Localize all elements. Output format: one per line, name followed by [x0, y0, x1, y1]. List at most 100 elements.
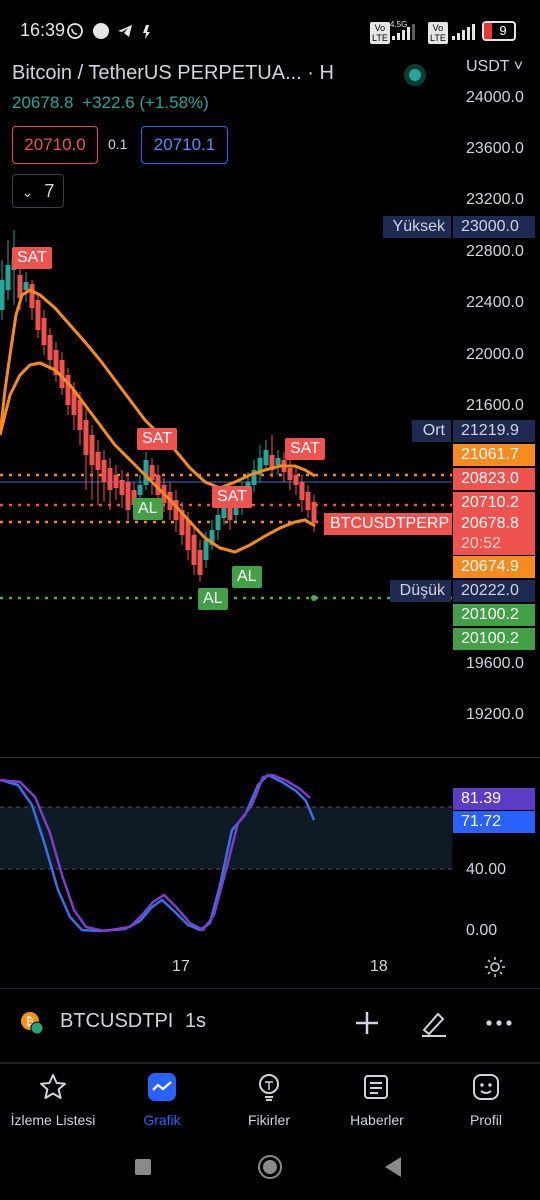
- home-button-inner: [263, 1160, 277, 1174]
- nav-label: Fikirler: [248, 1112, 290, 1128]
- low-label: Düşük: [390, 580, 451, 602]
- candle-body: [293, 475, 299, 485]
- candle-body: [119, 480, 125, 495]
- candle-body: [47, 335, 53, 360]
- nav-label: Grafik: [143, 1112, 181, 1128]
- interval-selector[interactable]: 1s: [185, 1010, 206, 1032]
- buy-signal: AL: [133, 498, 163, 520]
- chart-settings-icon[interactable]: [484, 956, 506, 978]
- volte-icon-2: Vo LTE: [428, 22, 448, 44]
- candle-body: [77, 400, 83, 430]
- nav-watchlist[interactable]: İzleme Listesi: [3, 1072, 103, 1136]
- bitcoin-icon: ₿: [20, 1011, 44, 1035]
- candle-body: [41, 318, 47, 345]
- notification-icon: [140, 22, 158, 40]
- price-axis-label: 22000.0: [466, 346, 524, 363]
- symbol-price-label: BTCUSDTPERP: [324, 513, 452, 535]
- price-change: +322.6 (+1.58%): [82, 93, 209, 112]
- indicators-toggle-button[interactable]: ⌄ 7: [12, 174, 64, 208]
- oscillator-chart[interactable]: [0, 755, 460, 955]
- star-icon: [38, 1072, 68, 1102]
- add-icon[interactable]: [352, 1008, 382, 1038]
- divider: [0, 988, 540, 989]
- candle-body: [215, 515, 221, 530]
- candlestick-chart[interactable]: [0, 220, 460, 750]
- price-axis-label: 21600.0: [466, 397, 524, 414]
- back-button[interactable]: [385, 1157, 401, 1177]
- nav-label: Haberler: [350, 1112, 404, 1128]
- candle-body: [311, 502, 317, 523]
- nav-profile[interactable]: Profil: [436, 1072, 536, 1136]
- price-axis-label: 19200.0: [466, 706, 524, 723]
- candle-body: [107, 468, 113, 490]
- oscillator-axis-label: 0.00: [466, 922, 498, 939]
- price-axis-label: 22400.0: [466, 294, 524, 311]
- volte-icon: Vo LTE: [370, 22, 390, 44]
- spread-value: 0.1: [108, 136, 128, 152]
- nav-ideas[interactable]: Fikirler: [219, 1072, 319, 1136]
- bar-countdown: 20:52: [453, 533, 535, 555]
- candle-body: [125, 482, 131, 510]
- symbol-selector[interactable]: BTCUSDTPI 1s: [60, 1010, 206, 1033]
- high-value: 23000.0: [453, 216, 535, 238]
- sell-signal: SAT: [137, 428, 177, 450]
- candle-body: [5, 265, 11, 290]
- sell-signal: SAT: [212, 486, 252, 508]
- candle-body: [305, 492, 311, 510]
- battery-text: 9: [499, 23, 507, 38]
- symbol-name[interactable]: BTCUSDTPI: [60, 1010, 173, 1032]
- buy-signal: AL: [232, 566, 262, 588]
- symbol-title[interactable]: Bitcoin / TetherUS PERPETUA... · H: [12, 62, 334, 85]
- more-options-icon[interactable]: [484, 1008, 514, 1038]
- compass-icon: [92, 22, 110, 40]
- nav-news[interactable]: Haberler: [327, 1072, 427, 1136]
- time-axis-label: 17: [172, 958, 190, 975]
- sell-signal: SAT: [12, 247, 52, 269]
- market-open-dot: [409, 69, 421, 81]
- last-price-tag: 20678.8: [453, 513, 535, 535]
- mid-label: Ort: [412, 420, 451, 442]
- candle-body: [191, 535, 197, 565]
- signal-icon: [392, 24, 415, 40]
- price-axis-label: 23200.0: [466, 191, 524, 208]
- candle-body: [83, 420, 89, 455]
- candle-body: [287, 468, 293, 480]
- candle-body: [113, 475, 119, 488]
- news-icon: [362, 1072, 392, 1102]
- price-axis-label: 24000.0: [466, 89, 524, 106]
- mid-value: 21219.9: [453, 420, 535, 442]
- home-button[interactable]: [258, 1155, 282, 1179]
- currency-select[interactable]: USDT ˅: [466, 58, 523, 76]
- recents-button[interactable]: [135, 1159, 151, 1175]
- drawing-tool-icon[interactable]: [418, 1008, 448, 1038]
- candle-body: [101, 460, 107, 482]
- candle-body: [149, 465, 155, 480]
- smiley-icon: [471, 1072, 501, 1102]
- candle-body: [95, 452, 101, 470]
- buy-button[interactable]: 20710.1: [141, 126, 228, 164]
- level-dot: [311, 595, 317, 601]
- chevron-down-icon: ⌄: [21, 184, 34, 200]
- price-line: 20678.8 +322.6 (+1.58%): [12, 93, 209, 113]
- time-axis-label: 18: [370, 958, 388, 975]
- price-axis-label: 19600.0: [466, 655, 524, 672]
- candle-body: [299, 482, 305, 500]
- nav-label: İzleme Listesi: [10, 1112, 96, 1128]
- status-time: 16:39: [20, 20, 66, 40]
- candle-body: [263, 450, 269, 465]
- sell-button[interactable]: 20710.0: [12, 126, 98, 164]
- oscillator-value-2: 71.72: [453, 811, 535, 833]
- candle-body: [275, 458, 281, 465]
- signal-icon-2: [452, 24, 475, 40]
- price-tag-orange: 21061.7: [453, 444, 535, 466]
- indicator-count: 7: [44, 181, 55, 201]
- battery-level: [484, 23, 492, 39]
- nav-chart[interactable]: Grafik: [112, 1072, 212, 1136]
- lightbulb-icon: [254, 1072, 284, 1102]
- telegram-icon: [116, 22, 134, 40]
- candle-body: [35, 300, 41, 330]
- candle-body: [0, 280, 5, 310]
- price-axis-label: 23600.0: [466, 140, 524, 157]
- candle-body: [185, 520, 191, 550]
- low-value: 20222.0: [453, 580, 535, 602]
